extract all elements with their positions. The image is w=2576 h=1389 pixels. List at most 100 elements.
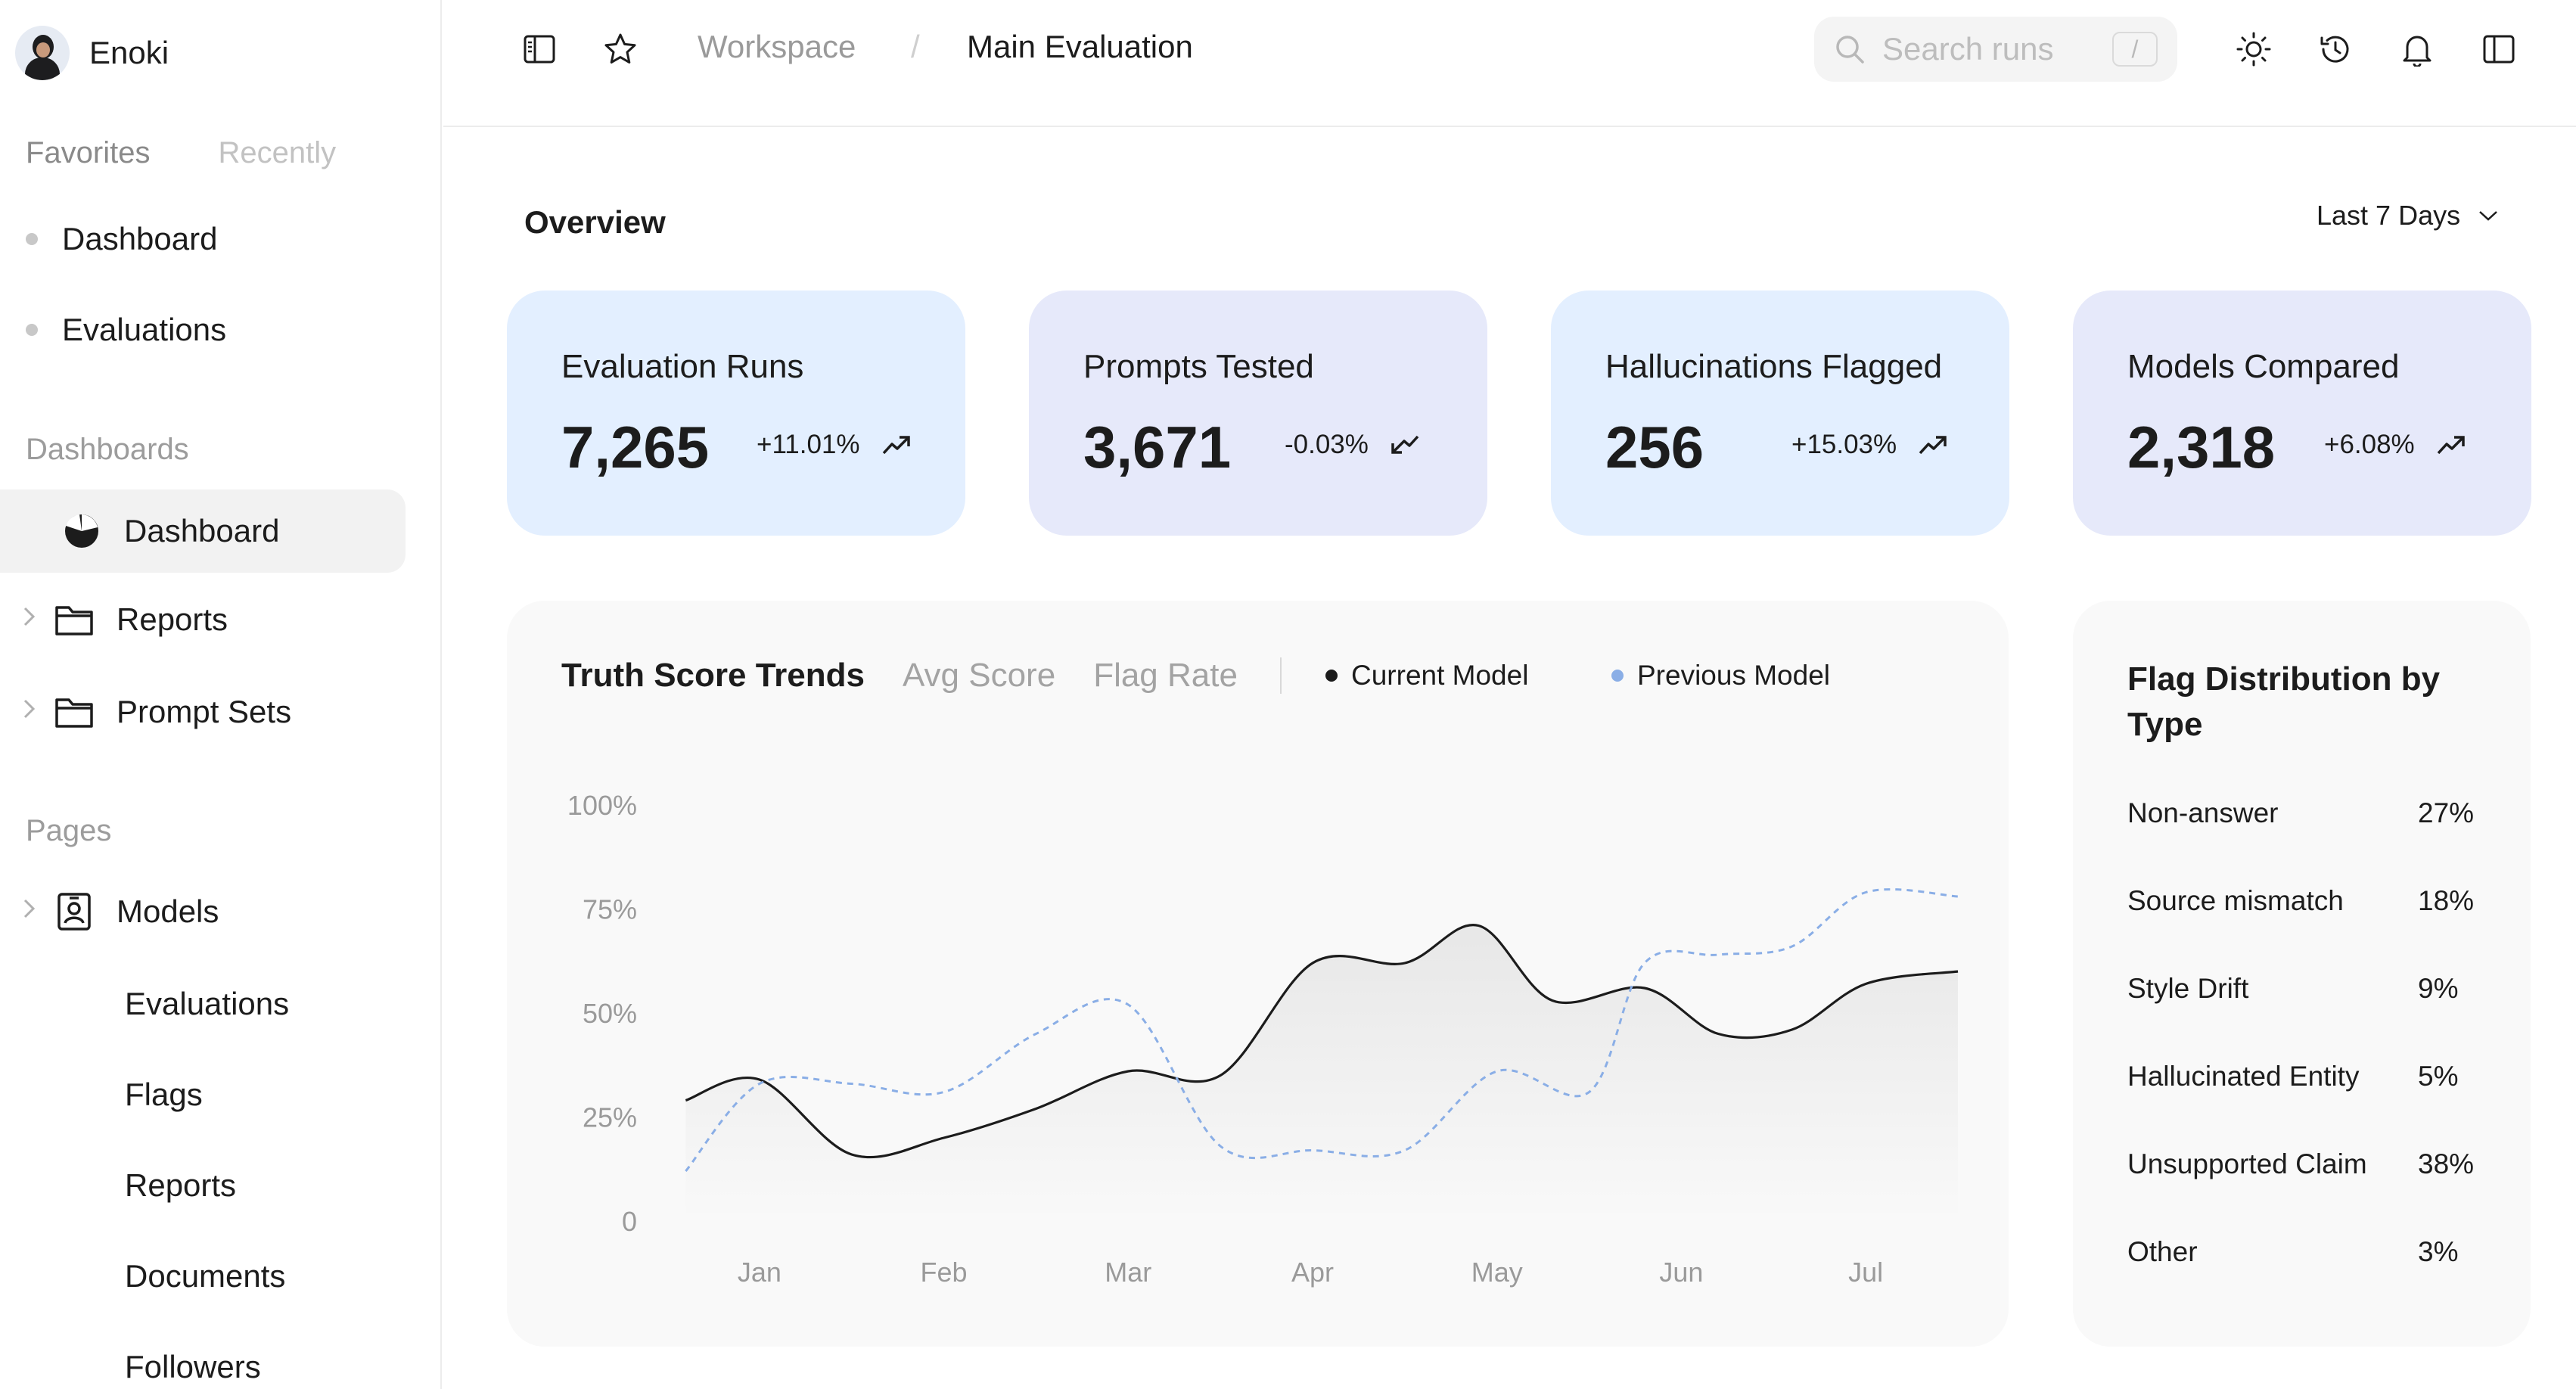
flag-distribution-panel: Flag Distribution by Type Non-answer 27%…	[2073, 601, 2531, 1347]
sidebar-subitem-flags[interactable]: Flags	[125, 1077, 203, 1113]
page-title: Overview	[524, 204, 666, 240]
sidebar-item-label: Prompt Sets	[117, 694, 292, 729]
favorite-item-label: Evaluations	[62, 312, 227, 347]
stat-card-label: Hallucinations Flagged	[1605, 348, 1943, 385]
stat-card-delta-value: +6.08%	[2324, 430, 2415, 459]
folder-icon	[54, 692, 94, 732]
stat-card-delta-value: +15.03%	[1791, 430, 1897, 459]
history-icon[interactable]	[2317, 30, 2354, 68]
dashboards-section-label: Dashboards	[26, 433, 189, 466]
search-icon	[1836, 36, 1864, 64]
flag-row-label: Other	[2127, 1236, 2198, 1267]
flag-row: Other 3%	[2127, 1236, 2491, 1268]
sidebar-subitem-followers[interactable]: Followers	[125, 1349, 261, 1385]
date-range-dropdown[interactable]: Last 7 Days	[2317, 200, 2500, 232]
stat-card-delta: +11.01%	[757, 430, 912, 460]
avatar	[15, 26, 70, 80]
breadcrumb-separator: /	[911, 29, 920, 64]
stat-card-hallucinations-flagged[interactable]: Hallucinations Flagged 256 +15.03%	[1551, 291, 2009, 536]
y-tick-label: 0	[622, 1206, 637, 1237]
series-area-current-model	[685, 924, 1958, 1221]
search-box[interactable]: /	[1814, 17, 2177, 82]
flag-row-label: Unsupported Claim	[2127, 1148, 2367, 1179]
stat-card-label: Prompts Tested	[1083, 348, 1314, 385]
date-range-value: Last 7 Days	[2317, 200, 2461, 231]
stat-card-prompts-tested[interactable]: Prompts Tested 3,671 -0.03%	[1029, 291, 1487, 536]
y-tick-label: 50%	[583, 998, 637, 1029]
chevron-down-icon	[2479, 211, 2497, 221]
sidebar-subitem-documents[interactable]: Documents	[125, 1258, 285, 1294]
tab-favorites[interactable]: Favorites	[26, 136, 151, 170]
sidebar-subitem-evaluations[interactable]: Evaluations	[125, 986, 289, 1022]
y-tick-label: 100%	[567, 790, 637, 821]
top-bar: Workspace / Main Evaluation /	[443, 0, 2576, 127]
stat-card-label: Models Compared	[2127, 348, 2400, 385]
stat-card-evaluation-runs[interactable]: Evaluation Runs 7,265 +11.01%	[507, 291, 965, 536]
flag-distribution-title: Flag Distribution by Type	[2127, 660, 2441, 743]
user-profile[interactable]: Enoki	[15, 26, 169, 80]
chevron-right-icon[interactable]	[21, 897, 54, 927]
bell-icon[interactable]	[2398, 30, 2436, 68]
x-tick-label: Feb	[921, 1257, 968, 1288]
stat-card-delta: +15.03%	[1791, 430, 1948, 460]
pages-section-label: Pages	[26, 814, 112, 847]
sidebar-item-label: Models	[117, 893, 219, 929]
flag-row-value: 27%	[2418, 797, 2475, 828]
sidebar-item-label: Dashboard	[124, 513, 280, 548]
sidebar: Enoki Favorites Recently Dashboard Evalu…	[0, 0, 442, 1389]
flag-row: Source mismatch 18%	[2127, 885, 2491, 917]
panel-toggle-icon[interactable]	[2480, 30, 2518, 68]
flag-row-label: Source mismatch	[2127, 885, 2344, 916]
sidebar-subitem-reports[interactable]: Reports	[125, 1167, 236, 1204]
stat-card-delta-value: +11.01%	[757, 430, 860, 459]
flag-row-value: 3%	[2418, 1236, 2459, 1267]
x-tick-label: Mar	[1105, 1257, 1151, 1288]
y-tick-label: 75%	[583, 894, 637, 925]
favorite-item-evaluations[interactable]: Evaluations	[26, 312, 226, 348]
chevron-right-icon[interactable]	[21, 605, 54, 635]
sun-icon[interactable]	[2235, 30, 2273, 68]
sidebar-item-prompt-sets[interactable]: Prompt Sets	[0, 670, 406, 754]
sidebar-item-models[interactable]: Models	[0, 870, 406, 953]
truth-score-chart-panel: Truth Score Trends Avg Score Flag Rate C…	[507, 601, 2009, 1347]
flag-row: Style Drift 9%	[2127, 973, 2491, 1005]
flag-row-label: Style Drift	[2127, 973, 2249, 1004]
trend-down-icon	[1391, 435, 1419, 454]
x-tick-label: May	[1471, 1257, 1523, 1288]
stat-card-models-compared[interactable]: Models Compared 2,318 +6.08%	[2073, 291, 2531, 536]
tab-recently[interactable]: Recently	[219, 136, 337, 170]
trend-up-icon	[882, 436, 910, 455]
flag-row-label: Non-answer	[2127, 797, 2279, 828]
y-tick-label: 25%	[583, 1102, 637, 1133]
user-name: Enoki	[89, 35, 169, 70]
sidebar-toggle-icon[interactable]	[520, 30, 558, 68]
trend-up-icon	[1919, 436, 1947, 455]
id-badge-icon	[54, 892, 94, 931]
flag-row: Unsupported Claim 38%	[2127, 1148, 2491, 1180]
folder-icon	[54, 600, 94, 639]
x-tick-label: Apr	[1291, 1257, 1334, 1288]
sidebar-item-label: Reports	[117, 601, 228, 637]
stat-card-label: Evaluation Runs	[561, 348, 804, 385]
trend-up-icon	[2437, 436, 2465, 455]
flag-row-label: Hallucinated Entity	[2127, 1061, 2360, 1092]
x-tick-label: Jan	[738, 1257, 782, 1288]
chevron-right-icon[interactable]	[21, 698, 54, 727]
stat-card-value: 256	[1605, 414, 1704, 480]
pie-chart-icon	[62, 511, 101, 551]
sidebar-item-reports[interactable]: Reports	[0, 578, 406, 661]
breadcrumb-workspace[interactable]: Workspace	[698, 29, 856, 65]
flag-row-value: 5%	[2418, 1061, 2459, 1092]
flag-row-value: 18%	[2418, 885, 2475, 916]
search-input[interactable]	[1882, 31, 2094, 67]
stat-card-value: 7,265	[561, 414, 710, 480]
stat-card-delta: +6.08%	[2324, 430, 2466, 460]
flag-row: Non-answer 27%	[2127, 797, 2491, 829]
sidebar-item-dashboard[interactable]: Dashboard	[0, 489, 406, 573]
flag-row: Hallucinated Entity 5%	[2127, 1061, 2491, 1092]
app-root: Enoki Favorites Recently Dashboard Evalu…	[0, 0, 2576, 1389]
stat-card-delta: -0.03%	[1285, 430, 1420, 460]
breadcrumb-current-page: Main Evaluation	[967, 29, 1193, 64]
star-icon[interactable]	[601, 30, 639, 68]
favorite-item-dashboard[interactable]: Dashboard	[26, 221, 217, 257]
